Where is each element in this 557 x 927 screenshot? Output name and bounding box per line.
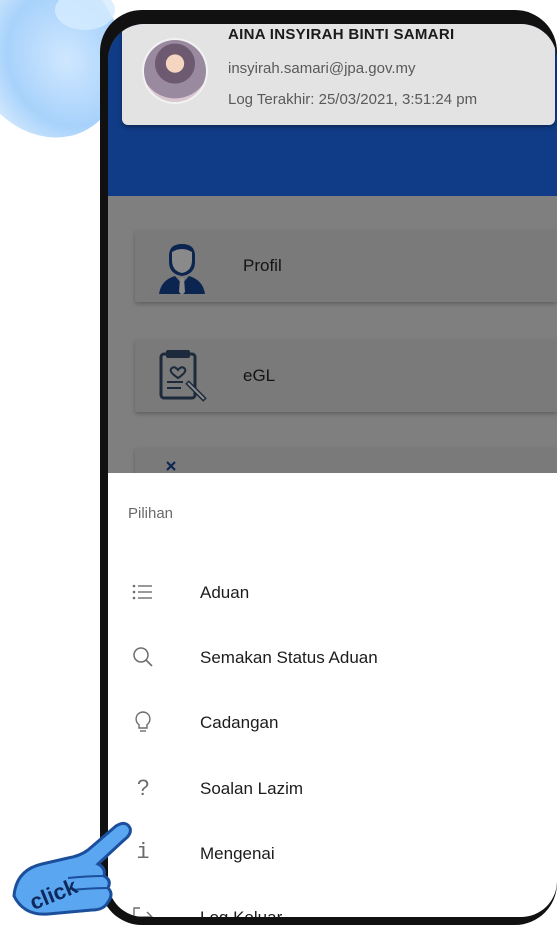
option-semakan-status-aduan[interactable]: Semakan Status Aduan (108, 630, 557, 686)
menu-card-profil[interactable]: Profil (135, 230, 557, 302)
option-log-keluar[interactable]: Log Keluar (108, 890, 557, 917)
lightbulb-icon (135, 711, 151, 732)
user-name: AINA INSYIRAH BINTI SAMARI (228, 26, 455, 43)
option-label: Mengenai (200, 844, 275, 863)
menu-card-label: Profil (243, 256, 282, 275)
option-soalan-lazim[interactable]: ? Soalan Lazim (108, 761, 557, 817)
options-bottom-sheet: Pilihan Aduan Semakan Status Aduan Cadan… (108, 473, 557, 917)
avatar (144, 40, 206, 102)
option-aduan[interactable]: Aduan (108, 565, 557, 621)
option-label: Log Keluar (200, 908, 282, 917)
option-label: Aduan (200, 583, 250, 602)
user-email: insyirah.samari@jpa.gov.my (228, 60, 416, 77)
option-mengenai[interactable]: i Mengenai (108, 826, 557, 882)
menu-card-label: eGL (243, 366, 276, 385)
last-login-text: Log Terakhir: 25/03/2021, 3:51:24 pm (228, 91, 478, 108)
option-label: Cadangan (200, 713, 279, 732)
user-profile-card: AINA INSYIRAH BINTI SAMARI insyirah.sama… (122, 24, 555, 125)
phone-frame: AINA INSYIRAH BINTI SAMARI insyirah.sama… (100, 10, 557, 925)
app-screen: AINA INSYIRAH BINTI SAMARI insyirah.sama… (108, 24, 557, 917)
document-icon (159, 350, 207, 402)
search-icon (133, 647, 153, 667)
sheet-title: Pilihan (128, 505, 174, 522)
option-label: Semakan Status Aduan (200, 648, 378, 667)
menu-card-egl[interactable]: eGL (135, 340, 557, 412)
list-icon (132, 584, 152, 600)
option-label: Soalan Lazim (200, 779, 304, 798)
click-hand-overlay: click (12, 821, 132, 916)
person-icon (159, 244, 205, 295)
option-cadangan[interactable]: Cadangan (108, 695, 557, 751)
question-icon: ? (136, 775, 150, 800)
